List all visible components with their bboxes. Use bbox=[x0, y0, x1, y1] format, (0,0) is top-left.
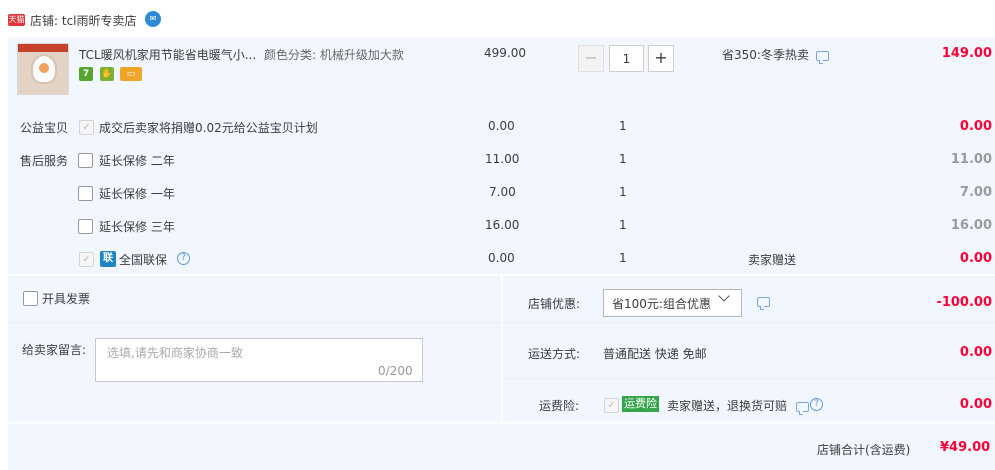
freight-insurance-checkbox: ✓ bbox=[604, 398, 619, 413]
service-guarantee-icon[interactable]: ✋ bbox=[100, 67, 114, 81]
warranty-2y-qty: 1 bbox=[619, 152, 627, 166]
unit-price: 499.00 bbox=[484, 46, 526, 60]
chat-bubble-icon[interactable]: ✉ bbox=[145, 11, 161, 27]
shop-discount-total: -100.00 bbox=[936, 295, 992, 310]
warranty-1y-price: 7.00 bbox=[489, 185, 516, 199]
seven-day-return-icon[interactable]: 7 bbox=[79, 67, 93, 81]
freight-insurance-total: 0.00 bbox=[959, 397, 992, 412]
shop-discount-selected: 省100元:组合优惠 bbox=[612, 297, 711, 311]
shipping-label: 运送方式: bbox=[528, 347, 581, 361]
discount-text: 省350:冬季热卖 bbox=[722, 48, 809, 62]
warranty-2y-price: 11.00 bbox=[485, 152, 520, 166]
national-warranty-price: 0.00 bbox=[488, 251, 515, 265]
warranty-3y-price: 16.00 bbox=[485, 218, 520, 232]
national-warranty-total: 0.00 bbox=[959, 251, 992, 266]
product-spec: 颜色分类: 机械升级加大款 bbox=[264, 48, 404, 62]
warranty-2y-total: 11.00 bbox=[950, 152, 992, 167]
national-warranty-checkbox: ✓ bbox=[79, 252, 94, 267]
shipping-value: 普通配送 快递 免邮 bbox=[603, 347, 707, 361]
warranty-1y-name: 延长保修 一年 bbox=[99, 187, 175, 201]
freight-insurance-tag: 运费险 bbox=[622, 396, 659, 412]
promo-comment-icon[interactable] bbox=[816, 51, 829, 64]
national-warranty-icon: 联 bbox=[100, 251, 116, 267]
warranty-2y-checkbox[interactable] bbox=[78, 153, 93, 168]
charity-price: 0.00 bbox=[488, 119, 515, 133]
shipping-total: 0.00 bbox=[959, 345, 992, 360]
warranty-3y-total: 16.00 bbox=[950, 218, 992, 233]
charity-row-label: 公益宝贝 bbox=[20, 121, 69, 135]
warranty-2y-name: 延长保修 二年 bbox=[99, 154, 175, 168]
quantity-input[interactable] bbox=[609, 45, 644, 72]
warranty-1y-total: 7.00 bbox=[959, 185, 992, 200]
warranty-1y-qty: 1 bbox=[619, 185, 627, 199]
shop-discount-label: 店铺优惠: bbox=[528, 297, 581, 311]
help-question-icon[interactable]: ? bbox=[177, 252, 190, 265]
memo-label: 给卖家留言: bbox=[22, 343, 87, 357]
insurance-comment-icon[interactable] bbox=[796, 402, 809, 415]
national-warranty-name: 全国联保 bbox=[119, 253, 168, 267]
warranty-3y-checkbox[interactable] bbox=[78, 219, 93, 234]
charity-text: 成交后卖家将捐赠0.02元给公益宝贝计划 bbox=[99, 121, 318, 135]
shop-name-link[interactable]: 店铺: tcl雨昕专卖店 bbox=[30, 12, 137, 29]
warranty-1y-checkbox[interactable] bbox=[78, 186, 93, 201]
product-title-link[interactable]: TCL暖风机家用节能省电暖气小... bbox=[79, 46, 256, 63]
quantity-increase-button[interactable]: + bbox=[648, 45, 674, 72]
product-thumbnail[interactable] bbox=[17, 43, 69, 95]
warranty-3y-name: 延长保修 三年 bbox=[99, 220, 175, 234]
warranty-3y-qty: 1 bbox=[619, 218, 627, 232]
quantity-decrease-button[interactable]: − bbox=[578, 45, 604, 72]
national-warranty-note: 卖家赠送 bbox=[748, 253, 797, 267]
after-sales-row-label: 售后服务 bbox=[20, 154, 69, 168]
invoice-label: 开具发票 bbox=[42, 292, 91, 306]
national-warranty-qty: 1 bbox=[619, 251, 627, 265]
insurance-help-icon[interactable]: ? bbox=[810, 398, 823, 411]
freight-insurance-text: 卖家赠送，退换货可赔 bbox=[667, 399, 788, 413]
shop-total-amount: ¥49.00 bbox=[940, 440, 991, 455]
freight-insurance-label: 运费险: bbox=[539, 399, 580, 413]
item-total: 149.00 bbox=[941, 46, 992, 61]
quantity-stepper: − + bbox=[578, 45, 674, 72]
shop-total-label: 店铺合计(含运费) bbox=[817, 443, 911, 457]
discount-comment-icon[interactable] bbox=[757, 297, 770, 310]
invoice-checkbox[interactable] bbox=[23, 291, 38, 306]
charity-qty: 1 bbox=[619, 119, 627, 133]
memo-placeholder: 选填,请先和商家协商一致 bbox=[107, 346, 243, 360]
tmall-badge-icon: 天猫 bbox=[8, 14, 25, 26]
charity-total: 0.00 bbox=[959, 119, 992, 134]
memo-char-count: 0/200 bbox=[378, 364, 413, 378]
credit-card-icon[interactable]: ▭ bbox=[120, 67, 142, 81]
charity-checkbox: ✓ bbox=[79, 120, 94, 135]
